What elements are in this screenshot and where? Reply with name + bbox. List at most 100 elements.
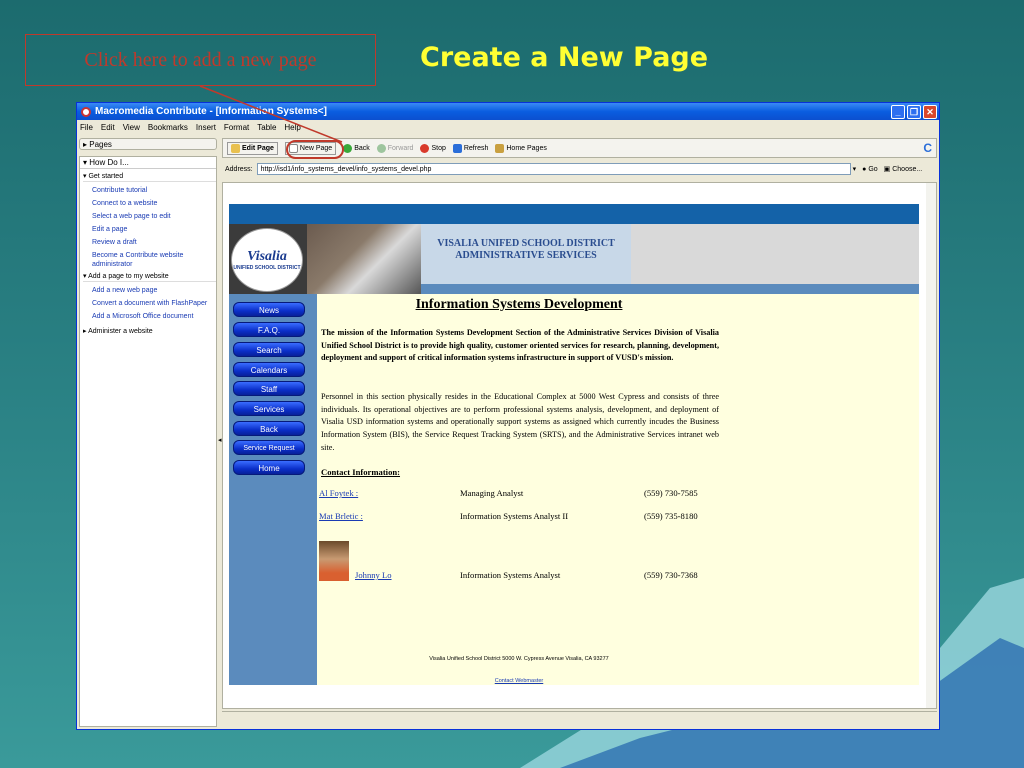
nav-services[interactable]: Services	[233, 401, 305, 416]
app-icon	[81, 106, 91, 117]
contact-role: Information Systems Analyst	[460, 570, 561, 580]
contact-name-link[interactable]: Johnny Lo	[355, 570, 392, 580]
nav-service-request[interactable]: Service Request	[233, 440, 305, 455]
personnel-paragraph: Personnel in this section physically res…	[321, 392, 719, 452]
scrollbar[interactable]	[926, 183, 936, 708]
status-bar	[222, 711, 937, 727]
banner-title: VISALIA UNIFED SCHOOL DISTRICT ADMINISTR…	[421, 224, 631, 284]
back-label: Back	[354, 144, 370, 152]
mission-paragraph: The mission of the Information Systems D…	[321, 328, 719, 363]
refresh-icon	[452, 143, 462, 153]
go-button[interactable]: ● Go	[862, 166, 878, 173]
section-get-started: ▾ Get started Contribute tutorial Connec…	[80, 172, 216, 269]
close-icon[interactable]: ✕	[923, 104, 937, 119]
banner-line1: VISALIA UNIFED SCHOOL DISTRICT	[437, 238, 615, 249]
refresh-button[interactable]: Refresh	[452, 143, 489, 153]
menu-edit[interactable]: Edit	[101, 123, 115, 132]
forward-label: Forward	[387, 144, 414, 152]
menu-format[interactable]: Format	[224, 123, 249, 132]
stop-icon	[420, 143, 430, 153]
page-heading: Information Systems Development	[415, 297, 623, 312]
pencil-icon	[231, 143, 240, 153]
nav-back[interactable]: Back	[233, 421, 305, 436]
minimize-icon[interactable]: _	[891, 104, 905, 119]
site-banner: Visalia UNIFIED SCHOOL DISTRICT VISALIA …	[229, 224, 919, 294]
link-add-office-doc[interactable]: Add a Microsoft Office document	[83, 312, 216, 321]
link-select-page[interactable]: Select a web page to edit	[83, 212, 216, 221]
forward-arrow-icon	[376, 143, 386, 153]
menu-table[interactable]: Table	[257, 123, 276, 132]
contribute-logo-icon: C	[923, 141, 932, 155]
stop-button[interactable]: Stop	[420, 143, 446, 153]
go-label: Go	[868, 165, 878, 173]
howdoi-header[interactable]: ▾ How Do I...	[80, 157, 216, 169]
menu-file[interactable]: File	[80, 123, 93, 132]
contact-name-link[interactable]: Mat Brletic :	[319, 511, 363, 521]
pages-label: Pages	[89, 139, 112, 149]
link-connect-website[interactable]: Connect to a website	[83, 199, 216, 208]
logo-text: Visalia	[247, 249, 287, 264]
contact-role: Managing Analyst	[460, 488, 524, 498]
callout-box: Click here to add a new page	[25, 34, 376, 86]
main-content: Information Systems Development The miss…	[317, 294, 919, 685]
site-nav: News F.A.Q. Search Calendars Staff Servi…	[229, 294, 317, 685]
top-blue-band	[229, 204, 919, 224]
slide-title: Create a New Page	[420, 42, 709, 73]
home-pages-button[interactable]: Home Pages	[495, 143, 547, 153]
link-convert-flashpaper[interactable]: Convert a document with FlashPaper	[83, 299, 216, 308]
howdoi-label: How Do I...	[89, 158, 129, 167]
forward-button[interactable]: Forward	[376, 143, 414, 153]
nav-staff[interactable]: Staff	[233, 381, 305, 396]
vusd-logo: Visalia UNIFIED SCHOOL DISTRICT	[231, 228, 303, 292]
section-title[interactable]: ▸ Administer a website	[83, 327, 216, 335]
contact-webmaster-link[interactable]: Contact Webmaster	[317, 678, 721, 684]
home-icon	[495, 143, 505, 153]
menu-help[interactable]: Help	[284, 123, 300, 132]
edit-page-button[interactable]: Edit Page	[227, 141, 278, 155]
contact-phone: (559) 730-7368	[644, 570, 698, 580]
dropdown-icon[interactable]: ▾	[853, 165, 857, 173]
section-title[interactable]: ▾ Get started	[83, 172, 216, 182]
refresh-label: Refresh	[463, 144, 489, 152]
highlight-oval	[286, 140, 344, 159]
choose-button[interactable]: ▣ Choose...	[884, 165, 923, 173]
contact-heading: Contact Information:	[321, 467, 401, 477]
choose-label: Choose...	[892, 166, 923, 173]
nav-news[interactable]: News	[233, 302, 305, 317]
edit-page-label: Edit Page	[242, 144, 274, 152]
section-title-text: Get started	[88, 173, 124, 180]
nav-home[interactable]: Home	[233, 460, 305, 475]
banner-grey-block	[631, 224, 919, 284]
link-edit-page[interactable]: Edit a page	[83, 225, 216, 234]
menu-view[interactable]: View	[123, 123, 140, 132]
section-title[interactable]: ▾ Add a page to my website	[83, 272, 216, 282]
nav-calendars[interactable]: Calendars	[233, 362, 305, 377]
restore-icon[interactable]: ❐	[907, 104, 921, 119]
menu-insert[interactable]: Insert	[196, 123, 216, 132]
logo-subtext: UNIFIED SCHOOL DISTRICT	[233, 265, 301, 271]
title-bar: Macromedia Contribute - [Information Sys…	[77, 103, 939, 120]
pages-panel-header[interactable]: ▸ Pages	[79, 138, 217, 150]
section-administer: ▸ Administer a website	[80, 327, 216, 335]
link-become-admin[interactable]: Become a Contribute website administrato…	[83, 251, 216, 269]
link-contribute-tutorial[interactable]: Contribute tutorial	[83, 186, 216, 195]
contact-photo	[319, 541, 349, 581]
menu-bookmarks[interactable]: Bookmarks	[148, 123, 188, 132]
toolbar: Edit Page New Page Back Forward Stop Ref…	[222, 138, 937, 159]
footer-address: Visalia Unified School District 5000 W. …	[429, 656, 609, 662]
nav-faq[interactable]: F.A.Q.	[233, 322, 305, 337]
back-button[interactable]: Back	[343, 143, 370, 153]
nav-search[interactable]: Search	[233, 342, 305, 357]
browser-pane: Edit Page New Page Back Forward Stop Ref…	[222, 138, 937, 727]
home-pages-label: Home Pages	[506, 144, 547, 152]
back-arrow-icon	[343, 143, 353, 153]
section-title-text: Add a page to my website	[88, 273, 169, 280]
contact-phone: (559) 730-7585	[644, 488, 698, 498]
contact-phone: (559) 735-8180	[644, 511, 698, 521]
address-input[interactable]: http://isd1/info_systems_devel/info_syst…	[256, 163, 851, 175]
contact-name-link[interactable]: Al Foytek :	[319, 488, 358, 498]
page-content: Visalia UNIFIED SCHOOL DISTRICT VISALIA …	[222, 182, 937, 709]
link-review-draft[interactable]: Review a draft	[83, 238, 216, 247]
link-add-web-page[interactable]: Add a new web page	[83, 286, 216, 295]
web-page: Visalia UNIFIED SCHOOL DISTRICT VISALIA …	[229, 198, 919, 685]
